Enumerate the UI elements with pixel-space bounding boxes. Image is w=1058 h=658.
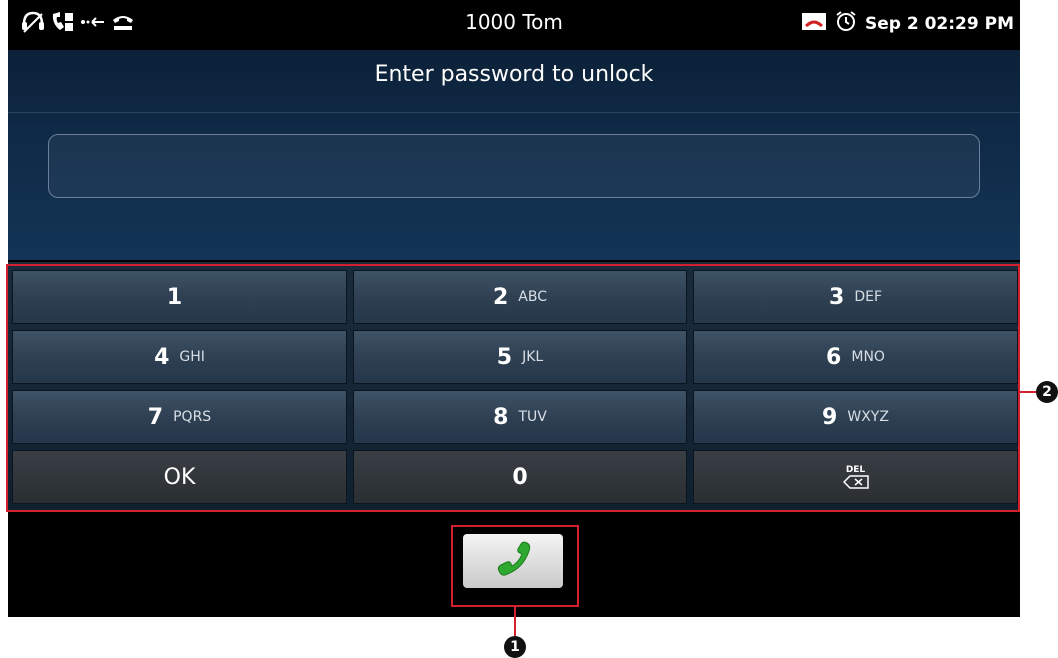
date-time: Sep 2 02:29 PM — [864, 13, 1014, 34]
password-field[interactable] — [48, 134, 980, 198]
status-icons-right: Sep 2 02:29 PM — [801, 10, 1014, 37]
call-button-highlight-frame — [451, 525, 579, 607]
divider — [8, 112, 1020, 113]
status-bar: 1000 Tom Sep 2 02:29 PM — [8, 0, 1020, 50]
alarm-icon — [835, 10, 857, 37]
missed-call-icon — [801, 10, 827, 37]
callout-marker-2: 2 — [1036, 381, 1058, 403]
callout-line-1 — [514, 607, 516, 639]
callout-marker-1: 1 — [504, 636, 526, 658]
lock-panel: Enter password to unlock — [8, 50, 1020, 260]
keypad-highlight-frame — [6, 264, 1020, 512]
lock-title: Enter password to unlock — [374, 62, 654, 87]
